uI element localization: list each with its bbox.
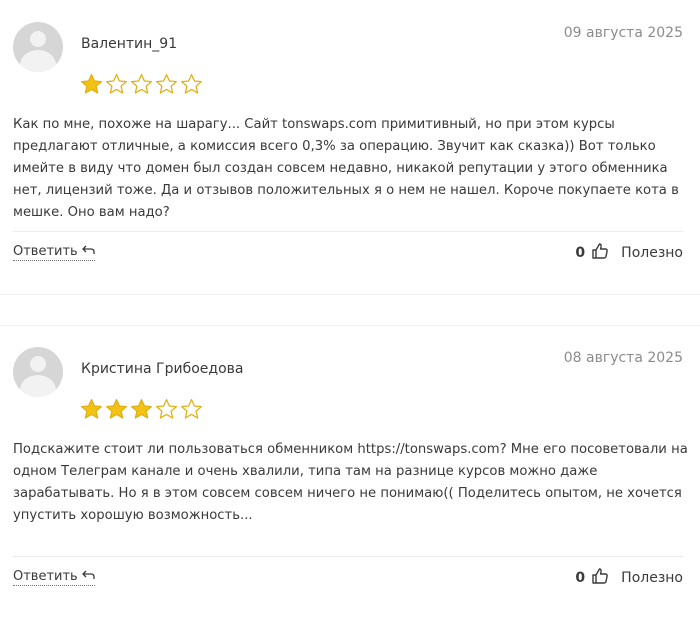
review-author: Кристина Грибоедова [81,361,244,377]
star-empty-icon [155,73,178,95]
star-empty-icon [130,73,153,95]
avatar-head [30,356,46,372]
reply-button[interactable]: Ответить [13,569,95,586]
review-text: Как по мне, похоже на шарагу... Сайт ton… [13,117,679,220]
review-author: Валентин_91 [81,36,178,52]
avatar-head [30,31,46,47]
star-empty-icon [180,398,203,420]
reply-button[interactable]: Ответить [13,244,95,261]
star-empty-icon [180,73,203,95]
helpful-button[interactable]: Полезно [621,245,683,261]
star-filled-icon [130,398,153,420]
review-text: Подскажите стоит ли пользоваться обменни… [13,442,688,523]
star-empty-icon [155,398,178,420]
reply-arrow-icon [81,244,95,259]
review-card: Валентин_91 09 августа 2025 Как по мне, … [0,0,700,300]
review-separator [0,294,700,326]
divider [13,231,683,232]
avatar-shoulders [20,50,56,72]
star-empty-icon [105,73,128,95]
thumbs-up-icon[interactable] [591,567,609,589]
rating-stars [80,73,203,95]
reply-label: Ответить [13,244,78,259]
helpful-group: 0 Полезно [575,567,683,589]
review-date: 09 августа 2025 [563,25,683,41]
reply-label: Ответить [13,569,78,584]
star-filled-icon [105,398,128,420]
thumbs-up-icon[interactable] [591,242,609,264]
divider [13,556,683,557]
star-filled-icon [80,73,103,95]
avatar [13,22,63,72]
helpful-count: 0 [575,570,586,586]
star-filled-icon [80,398,103,420]
helpful-button[interactable]: Полезно [621,570,683,586]
review-card: Кристина Грибоедова 08 августа 2025 Подс… [0,325,700,625]
helpful-group: 0 Полезно [575,242,683,264]
avatar-shoulders [20,375,56,397]
reply-arrow-icon [81,569,95,584]
review-date: 08 августа 2025 [563,350,683,366]
helpful-count: 0 [575,245,586,261]
avatar [13,347,63,397]
rating-stars [80,398,203,420]
